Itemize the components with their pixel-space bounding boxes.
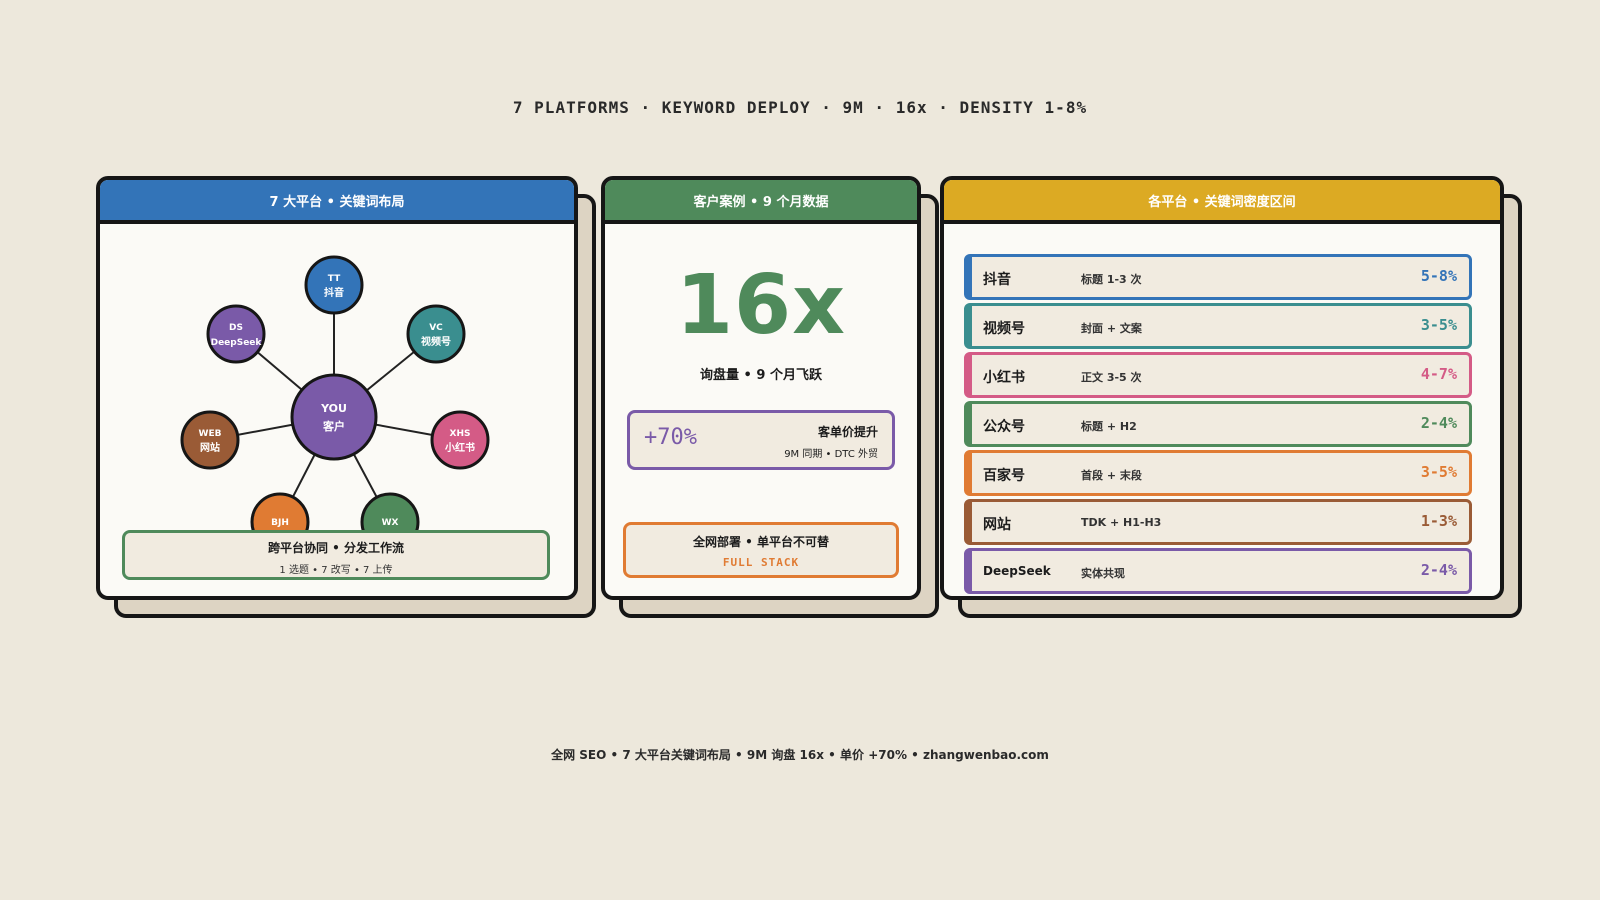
workflow-box: 跨平台协同 • 分发工作流 1 选题 • 7 改写 • 7 上传 bbox=[122, 530, 550, 580]
density-range: 4-7% bbox=[1420, 365, 1457, 383]
density-range: 3-5% bbox=[1420, 316, 1457, 334]
platform-node: WEB 网站 bbox=[180, 410, 240, 470]
placement-note: 标题 + H2 bbox=[1081, 420, 1137, 433]
inquiry-multiplier: 16x bbox=[675, 258, 846, 353]
price-lift-card: +70% 客单价提升 9M 同期 • DTC 外贸 bbox=[627, 410, 895, 470]
price-lift-subtitle: 9M 同期 • DTC 外贸 bbox=[784, 449, 878, 460]
density-row: 视频号 封面 + 文案 3-5% bbox=[964, 303, 1472, 349]
platform-name: 抖音 bbox=[983, 272, 1011, 288]
platform-node-code: VC bbox=[429, 323, 443, 333]
density-row: 公众号 标题 + H2 2-4% bbox=[964, 401, 1472, 447]
platform-name: 小红书 bbox=[983, 370, 1025, 386]
platform-node-circle bbox=[430, 410, 490, 470]
panel-header: 客户案例 • 9 个月数据 bbox=[605, 180, 917, 224]
density-row: DeepSeek 实体共现 2-4% bbox=[964, 548, 1472, 594]
density-range: 1-3% bbox=[1420, 512, 1457, 530]
density-panel: 各平台 • 关键词密度区间 抖音 标题 1-3 次 5-8% 视频号 封面 + 文案 3-… bbox=[940, 176, 1522, 618]
platform-node-name: 抖音 bbox=[324, 286, 344, 299]
placement-note: 首段 + 末段 bbox=[1081, 469, 1142, 482]
placement-note: 实体共现 bbox=[1081, 567, 1125, 580]
platform-node-code: XHS bbox=[450, 429, 471, 439]
platform-node-circle bbox=[406, 304, 466, 364]
density-row: 网站 TDK + H1-H3 1-3% bbox=[964, 499, 1472, 545]
platform-node: VC 视频号 bbox=[406, 304, 466, 364]
density-row: 抖音 标题 1-3 次 5-8% bbox=[964, 254, 1472, 300]
price-lift-title: 客单价提升 bbox=[817, 425, 878, 439]
full-stack-label: FULL STACK bbox=[722, 556, 800, 569]
platform-name: 网站 bbox=[983, 517, 1011, 533]
full-stack-title: 全网部署 • 单平台不可替 bbox=[692, 535, 830, 549]
platform-node: XHS 小红书 bbox=[430, 410, 490, 470]
price-lift-value: +70% bbox=[644, 425, 697, 450]
platform-node-code: DS bbox=[229, 323, 243, 333]
workflow-title: 跨平台协同 • 分发工作流 bbox=[267, 541, 405, 555]
placement-note: 封面 + 文案 bbox=[1081, 322, 1142, 335]
density-range: 3-5% bbox=[1420, 463, 1457, 481]
placement-note: 正文 3-5 次 bbox=[1081, 371, 1142, 384]
platform-node-code: TT bbox=[328, 274, 341, 284]
platform-name: 百家号 bbox=[983, 468, 1025, 484]
panel-header: 7 大平台 • 关键词布局 bbox=[100, 180, 574, 224]
platform-node-name: DeepSeek bbox=[211, 338, 263, 348]
panel-body: 各平台 • 关键词密度区间 抖音 标题 1-3 次 5-8% 视频号 封面 + 文案 3-… bbox=[940, 176, 1504, 600]
platform-name: 公众号 bbox=[983, 419, 1025, 435]
hub-label-line2: 客户 bbox=[322, 419, 345, 433]
platform-node: TT 抖音 bbox=[304, 255, 364, 315]
inquiry-label: 询盘量 • 9 个月飞跃 bbox=[700, 368, 822, 383]
hub-node: YOU 客户 bbox=[290, 373, 378, 461]
platform-node: DS DeepSeek bbox=[206, 304, 266, 364]
platform-name: DeepSeek bbox=[983, 564, 1051, 578]
density-range: 2-4% bbox=[1420, 414, 1457, 432]
panel-body: 客户案例 • 9 个月数据 16x 询盘量 • 9 个月飞跃 +70% 客单价提… bbox=[601, 176, 921, 600]
panel-title: 客户案例 • 9 个月数据 bbox=[693, 194, 829, 210]
panel-header: 各平台 • 关键词密度区间 bbox=[944, 180, 1500, 224]
platform-node-name: 小红书 bbox=[444, 441, 475, 454]
workflow-subtitle: 1 选题 • 7 改写 • 7 上传 bbox=[279, 565, 393, 576]
density-row: 小红书 正文 3-5 次 4-7% bbox=[964, 352, 1472, 398]
placement-note: 标题 1-3 次 bbox=[1081, 273, 1142, 286]
platform-name: 视频号 bbox=[983, 321, 1025, 337]
page-title: 7 PLATFORMS · KEYWORD DEPLOY · 9M · 16x … bbox=[512, 98, 1088, 117]
density-range: 5-8% bbox=[1420, 267, 1457, 285]
platform-node-name: 网站 bbox=[200, 441, 220, 454]
hub-label-line1: YOU bbox=[320, 402, 347, 415]
panel-body: 7 大平台 • 关键词布局 TT 抖音 VC 视频号 XHS 小红书 WX BJH WEB 网站 D… bbox=[96, 176, 578, 600]
platform-node-circle bbox=[304, 255, 364, 315]
full-stack-card: 全网部署 • 单平台不可替 FULL STACK bbox=[623, 522, 899, 578]
density-row: 百家号 首段 + 末段 3-5% bbox=[964, 450, 1472, 496]
hub-circle bbox=[290, 373, 378, 461]
panel-title: 7 大平台 • 关键词布局 bbox=[269, 194, 405, 210]
platform-layout-panel: 7 大平台 • 关键词布局 TT 抖音 VC 视频号 XHS 小红书 WX BJH WEB 网站 D… bbox=[96, 176, 596, 618]
platform-node-name: 视频号 bbox=[421, 335, 451, 348]
density-range: 2-4% bbox=[1420, 561, 1457, 579]
case-study-panel: 客户案例 • 9 个月数据 16x 询盘量 • 9 个月飞跃 +70% 客单价提… bbox=[601, 176, 939, 618]
placement-note: TDK + H1-H3 bbox=[1081, 516, 1162, 529]
platform-node-code: BJH bbox=[271, 518, 289, 528]
platform-node-circle bbox=[206, 304, 266, 364]
platform-node-circle bbox=[180, 410, 240, 470]
panel-title: 各平台 • 关键词密度区间 bbox=[1148, 194, 1296, 210]
platform-node-code: WX bbox=[382, 518, 399, 528]
footer-caption: 全网 SEO • 7 大平台关键词布局 • 9M 询盘 16x • 单价 +70… bbox=[551, 748, 1049, 762]
platform-node-code: WEB bbox=[199, 429, 222, 439]
